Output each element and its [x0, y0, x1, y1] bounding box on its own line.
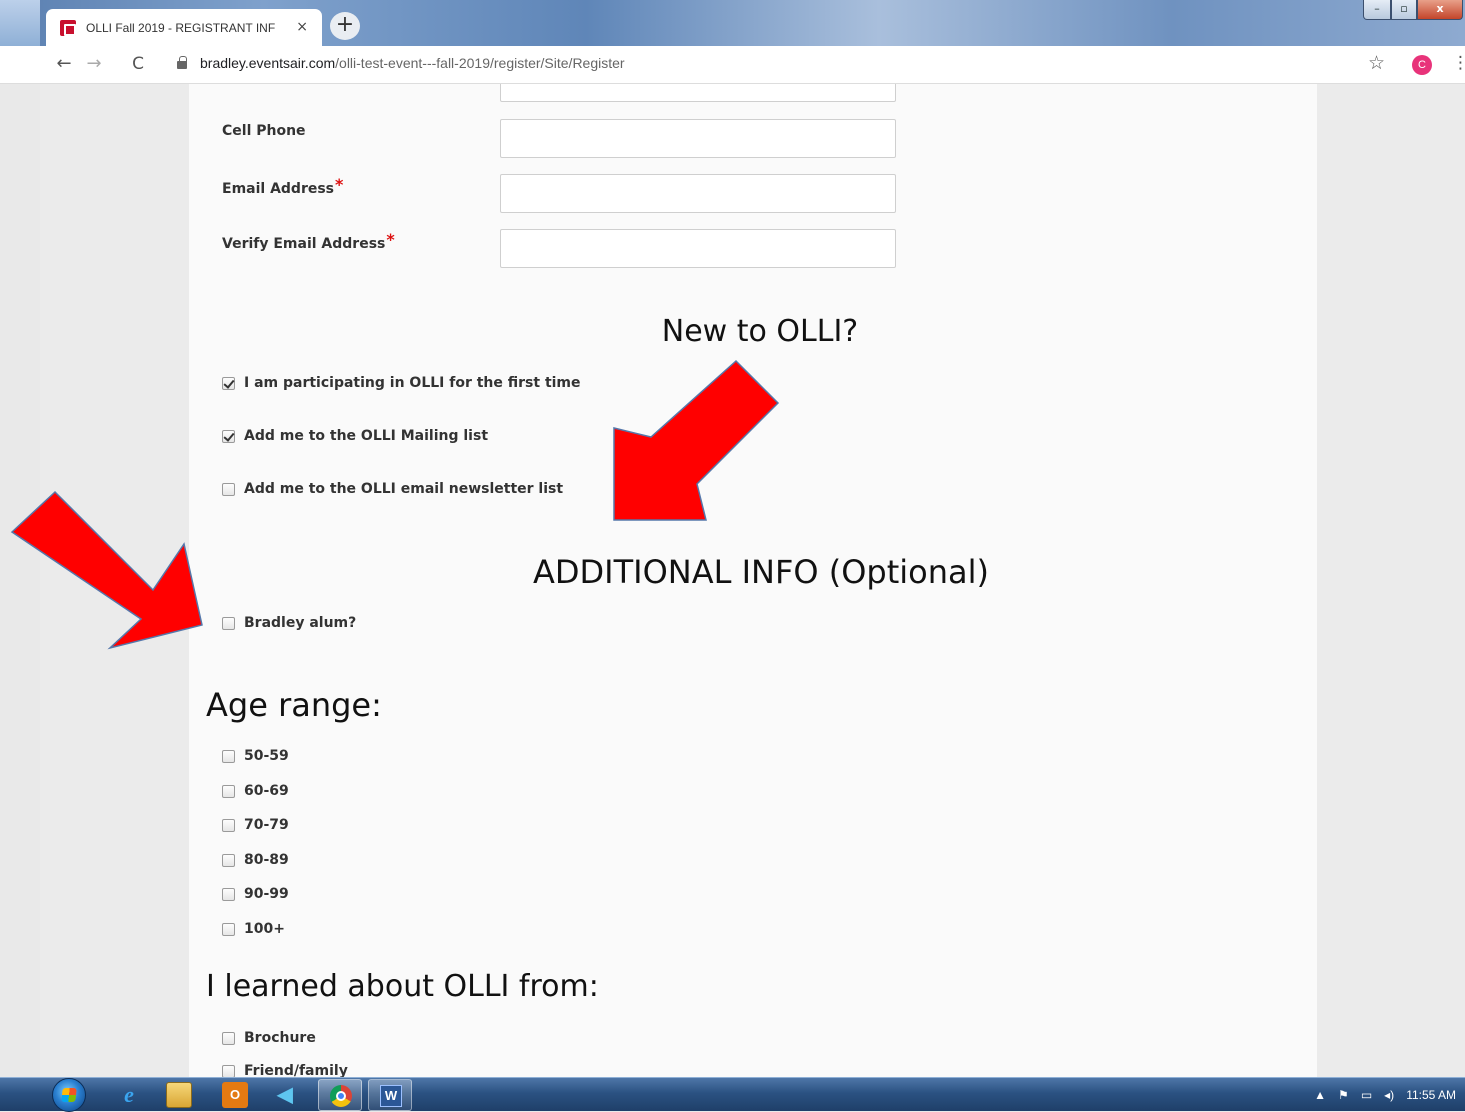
age-80-89-checkbox[interactable]	[222, 853, 235, 867]
age-90-99-checkbox[interactable]	[222, 887, 235, 901]
brochure-checkbox-row[interactable]: Brochure	[222, 1030, 316, 1046]
clock[interactable]: 11:55 AM	[1406, 1088, 1456, 1102]
learned-about-heading: I learned about OLLI from:	[206, 969, 599, 1004]
age-70-79-checkbox[interactable]	[222, 818, 235, 832]
bradley-alum-checkbox[interactable]	[222, 616, 235, 630]
start-button[interactable]	[52, 1078, 86, 1112]
required-asterisk: *	[386, 230, 395, 249]
window-titlebar: OLLI Fall 2019 - REGISTRANT INF × + – ▫ …	[0, 0, 1465, 46]
file-explorer-icon[interactable]	[166, 1082, 192, 1108]
back-arrow-icon[interactable]: ←	[52, 52, 76, 76]
brochure-label: Brochure	[244, 1030, 316, 1046]
outlook-icon[interactable]: O	[222, 1082, 248, 1108]
age-70-79-row[interactable]: 70-79	[222, 817, 289, 833]
show-hidden-icons-icon[interactable]: ▲	[1314, 1088, 1326, 1102]
bookmark-star-icon[interactable]: ☆	[1368, 52, 1385, 74]
age-60-69-row[interactable]: 60-69	[222, 783, 289, 799]
additional-info-title: ADDITIONAL INFO (Optional)	[532, 553, 989, 591]
send-app-icon[interactable]: ◀	[272, 1082, 298, 1108]
age-option-label: 60-69	[244, 783, 289, 799]
previous-field-input[interactable]	[500, 84, 896, 102]
system-tray: ▲ ⚑ ▭ ◂) 11:55 AM	[1314, 1078, 1465, 1112]
friend-family-checkbox[interactable]	[222, 1064, 235, 1077]
verify-email-input[interactable]	[500, 229, 896, 268]
maximize-button[interactable]: ▫	[1391, 0, 1417, 20]
browser-toolbar: ← → C bradley.eventsair.com/olli-test-ev…	[0, 46, 1465, 84]
close-tab-icon[interactable]: ×	[296, 19, 308, 35]
close-window-button[interactable]: x	[1417, 0, 1463, 20]
mailing-list-label: Add me to the OLLI Mailing list	[244, 428, 489, 444]
window-frame	[0, 0, 40, 46]
registration-form: Cell Phone Email Address* Verify Email A…	[189, 84, 1317, 1077]
profile-avatar[interactable]: C	[1412, 55, 1432, 75]
first-time-label: I am participating in OLLI for the first…	[244, 375, 581, 391]
taskbar-chrome-button[interactable]	[318, 1079, 362, 1111]
taskbar-word-button[interactable]: W	[368, 1079, 412, 1111]
newsletter-label: Add me to the OLLI email newsletter list	[244, 481, 564, 497]
bradley-favicon-icon	[60, 19, 76, 36]
cell-phone-label: Cell Phone	[222, 123, 306, 139]
bradley-alum-checkbox-row[interactable]: Bradley alum?	[222, 615, 356, 631]
age-80-89-row[interactable]: 80-89	[222, 852, 289, 868]
brochure-checkbox[interactable]	[222, 1031, 235, 1045]
age-option-label: 90-99	[244, 886, 289, 902]
address-bar[interactable]: bradley.eventsair.com/olli-test-event---…	[200, 55, 625, 71]
lock-icon[interactable]	[177, 56, 187, 69]
email-address-input[interactable]	[500, 174, 896, 213]
reload-icon[interactable]: C	[126, 52, 150, 76]
forward-arrow-icon[interactable]: →	[82, 52, 106, 76]
bradley-alum-label: Bradley alum?	[244, 615, 357, 631]
red-arrow-icon	[10, 490, 203, 650]
windows-taskbar: e O ◀ W ▲ ⚑ ▭ ◂) 11:55 AM	[0, 1077, 1465, 1112]
internet-explorer-icon[interactable]: e	[116, 1082, 142, 1108]
new-to-olli-title: New to OLLI?	[661, 314, 859, 349]
new-tab-button[interactable]: +	[330, 12, 360, 40]
age-60-69-checkbox[interactable]	[222, 784, 235, 798]
age-50-59-row[interactable]: 50-59	[222, 748, 289, 764]
page-viewport: Cell Phone Email Address* Verify Email A…	[40, 84, 1465, 1077]
age-90-99-row[interactable]: 90-99	[222, 886, 289, 902]
network-icon[interactable]: ▭	[1361, 1088, 1372, 1102]
minimize-button[interactable]: –	[1363, 0, 1391, 20]
mailing-list-checkbox-row[interactable]: Add me to the OLLI Mailing list	[222, 428, 488, 444]
window-controls: – ▫ x	[1363, 0, 1463, 22]
cell-phone-input[interactable]	[500, 119, 896, 158]
url-path: /olli-test-event---fall-2019/register/Si…	[335, 55, 625, 71]
url-host: bradley.eventsair.com	[200, 55, 336, 71]
age-option-label: 80-89	[244, 852, 289, 868]
newsletter-checkbox-row[interactable]: Add me to the OLLI email newsletter list	[222, 481, 563, 497]
first-time-checkbox-row[interactable]: I am participating in OLLI for the first…	[222, 375, 581, 391]
browser-tab-active[interactable]: OLLI Fall 2019 - REGISTRANT INF ×	[46, 9, 322, 46]
word-icon: W	[380, 1085, 402, 1107]
verify-email-label: Verify Email Address*	[222, 230, 395, 252]
tab-title: OLLI Fall 2019 - REGISTRANT INF	[86, 20, 276, 35]
age-100-plus-checkbox[interactable]	[222, 922, 235, 936]
volume-icon[interactable]: ◂)	[1384, 1088, 1394, 1102]
action-center-flag-icon[interactable]: ⚑	[1338, 1088, 1349, 1102]
age-option-label: 70-79	[244, 817, 289, 833]
red-arrow-annotation-right	[606, 355, 786, 525]
age-50-59-checkbox[interactable]	[222, 749, 235, 763]
mailing-list-checkbox[interactable]	[222, 429, 235, 443]
friend-family-checkbox-row[interactable]: Friend/family	[222, 1063, 348, 1077]
red-arrow-icon	[613, 359, 780, 521]
first-time-checkbox[interactable]	[222, 376, 235, 390]
friend-family-label: Friend/family	[244, 1063, 348, 1077]
menu-kebab-icon[interactable]: ⋮	[1452, 53, 1465, 73]
red-arrow-annotation-left	[6, 488, 206, 653]
age-option-label: 50-59	[244, 748, 289, 764]
newsletter-checkbox[interactable]	[222, 482, 235, 496]
email-address-label: Email Address*	[222, 175, 344, 197]
age-option-label: 100+	[244, 921, 285, 937]
age-range-heading: Age range:	[206, 686, 382, 724]
chrome-icon	[330, 1085, 352, 1107]
required-asterisk: *	[335, 175, 344, 194]
age-100-plus-row[interactable]: 100+	[222, 921, 285, 937]
